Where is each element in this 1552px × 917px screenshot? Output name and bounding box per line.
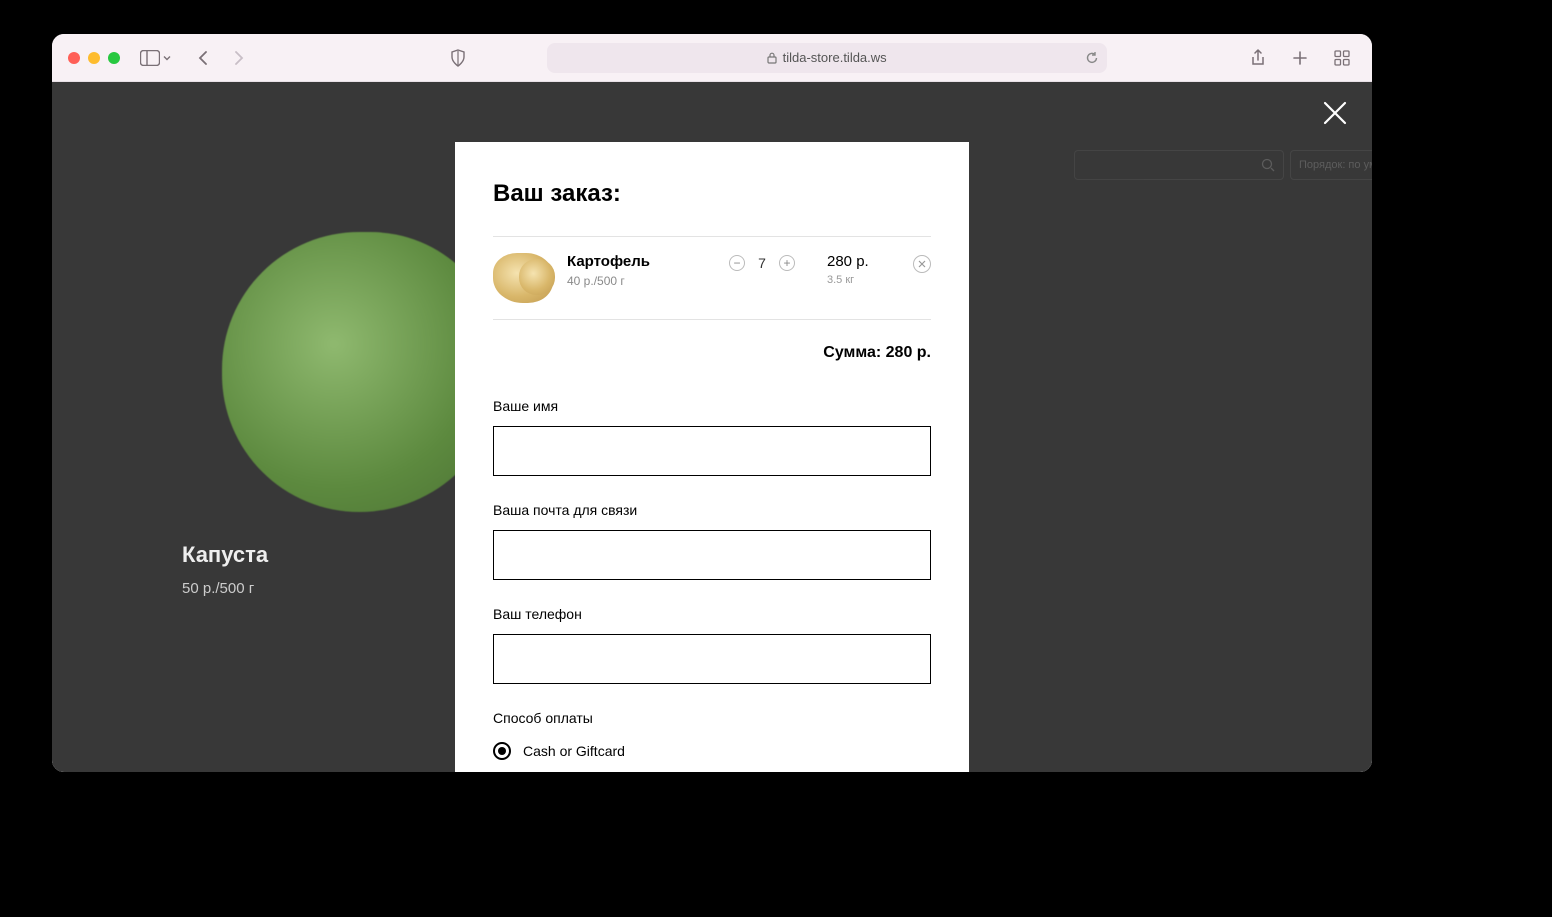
- item-info: Картофель 40 р./500 г: [567, 253, 715, 288]
- increase-qty-button[interactable]: +: [779, 255, 795, 271]
- page-content: Порядок: по умолчанию ▼ Капуста 50 р./50…: [52, 82, 1372, 772]
- forward-button[interactable]: [224, 44, 252, 72]
- payment-section-label: Способ оплаты: [493, 710, 931, 726]
- close-modal-button[interactable]: [1322, 100, 1348, 126]
- nav-buttons: [190, 44, 252, 72]
- quantity-value: 7: [755, 255, 769, 271]
- name-label: Ваше имя: [493, 398, 931, 414]
- modal-overlay[interactable]: Порядок: по умолчанию ▼ Капуста 50 р./50…: [52, 82, 1372, 772]
- line-weight: 3.5 кг: [827, 274, 887, 286]
- price-column: 280 р. 3.5 кг: [827, 253, 887, 286]
- close-icon: [1322, 100, 1348, 126]
- back-button[interactable]: [190, 44, 218, 72]
- sidebar-icon: [140, 50, 160, 66]
- close-window-button[interactable]: [68, 52, 80, 64]
- lock-icon: [767, 52, 777, 64]
- email-input[interactable]: [493, 530, 931, 580]
- bg-sort-dropdown: Порядок: по умолчанию ▼: [1290, 150, 1372, 180]
- search-icon: [1261, 158, 1275, 172]
- modal-title: Ваш заказ:: [493, 180, 931, 208]
- url-bar[interactable]: tilda-store.tilda.ws: [547, 43, 1107, 73]
- quantity-stepper: − 7 +: [729, 255, 795, 271]
- close-icon: [918, 260, 926, 268]
- email-label: Ваша почта для связи: [493, 502, 931, 518]
- new-tab-button[interactable]: [1286, 44, 1314, 72]
- name-input[interactable]: [493, 426, 931, 476]
- decrease-qty-button[interactable]: −: [729, 255, 745, 271]
- radio-selected-icon: [493, 742, 511, 760]
- cart-line-item: Картофель 40 р./500 г − 7 + 280 р. 3.5 к…: [493, 236, 931, 320]
- browser-window: tilda-store.tilda.ws Порядок: по умолчан…: [52, 34, 1372, 772]
- reload-button[interactable]: [1085, 51, 1099, 65]
- order-total: Сумма: 280 р.: [493, 344, 931, 362]
- sidebar-toggle[interactable]: [140, 50, 172, 66]
- phone-input[interactable]: [493, 634, 931, 684]
- sort-label: Порядок: по умолчанию: [1299, 159, 1372, 171]
- browser-toolbar: tilda-store.tilda.ws: [52, 34, 1372, 82]
- payment-option-label: Cash or Giftcard: [523, 743, 625, 759]
- tabs-overview-button[interactable]: [1328, 44, 1356, 72]
- toolbar-right: [1244, 44, 1356, 72]
- maximize-window-button[interactable]: [108, 52, 120, 64]
- remove-item-button[interactable]: [913, 255, 931, 273]
- item-unit-price: 40 р./500 г: [567, 274, 715, 288]
- shield-icon[interactable]: [444, 44, 472, 72]
- item-thumbnail-potato: [493, 253, 553, 303]
- item-name: Картофель: [567, 253, 715, 270]
- chevron-down-icon: [162, 53, 172, 63]
- bg-search-box: [1074, 150, 1284, 180]
- window-controls: [68, 52, 120, 64]
- minimize-window-button[interactable]: [88, 52, 100, 64]
- payment-option-cash[interactable]: Cash or Giftcard: [493, 742, 931, 760]
- phone-label: Ваш телефон: [493, 606, 931, 622]
- share-button[interactable]: [1244, 44, 1272, 72]
- url-text: tilda-store.tilda.ws: [783, 50, 887, 65]
- line-total: 280 р.: [827, 253, 887, 270]
- order-modal: Ваш заказ: Картофель 40 р./500 г − 7 + 2…: [455, 142, 969, 772]
